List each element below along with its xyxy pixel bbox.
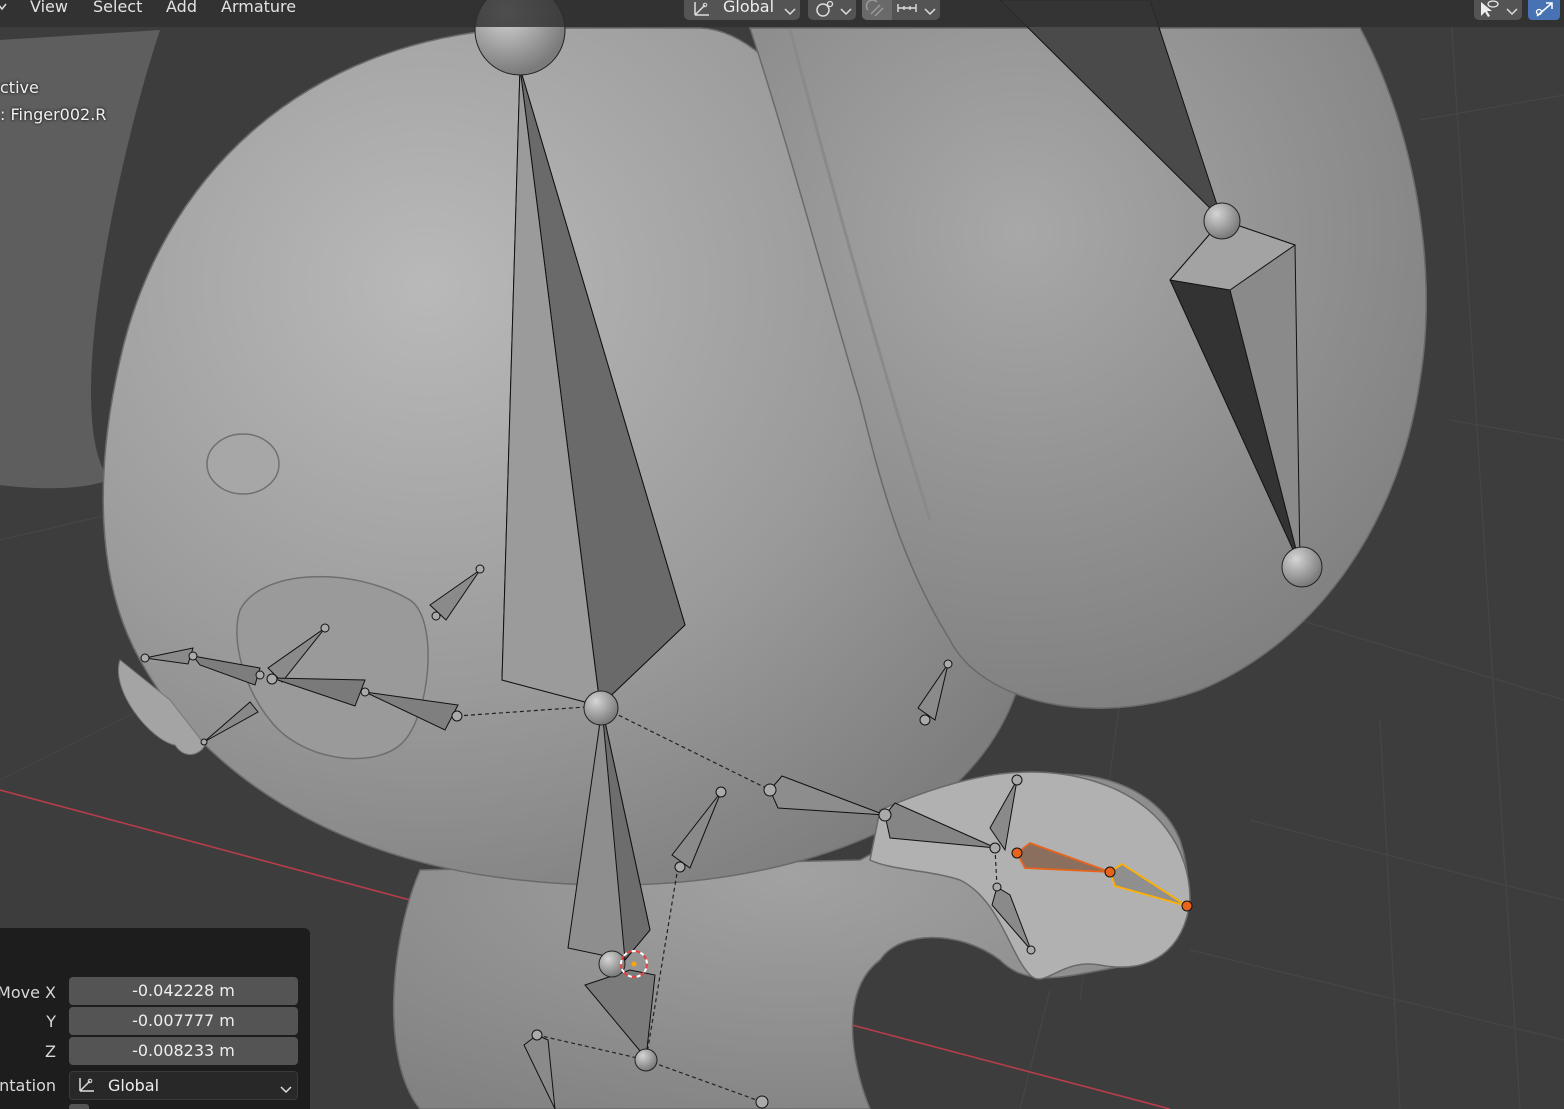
gizmo-toggle-button[interactable] [1528,0,1560,20]
chevron-down-icon [924,2,936,21]
snap-increment-icon [896,0,918,22]
gizmo-icon [1534,0,1556,22]
move-x-label: Move X [0,983,56,1002]
move-y-label: Y [46,1012,56,1031]
chevron-down-icon [1506,2,1518,21]
eye-bump [206,433,280,495]
selectability-visibility-dropdown[interactable] [1474,0,1522,20]
move-y-field[interactable]: -0.007777 m [69,1007,298,1035]
orientation-row-label: entation [0,1076,56,1095]
chevron-down-icon [840,2,852,21]
menu-view[interactable]: View [30,0,68,27]
chevron-down-icon [784,2,796,21]
menu-armature[interactable]: Armature [221,0,296,27]
orientation-axes-icon [77,1076,97,1098]
move-z-label: Z [45,1042,56,1061]
move-z-field[interactable]: -0.008233 m [69,1037,298,1065]
viewport-header: View Select Add Armature Global [0,0,1564,27]
checkbox-partial[interactable] [69,1104,89,1109]
viewport-info-overlay: ctive : Finger002.R [0,78,106,132]
active-bone-text: : Finger002.R [0,105,107,124]
orientation-select[interactable]: Global [69,1071,298,1100]
orientation-axes-icon [692,0,712,22]
mode-text: ctive [0,78,39,97]
snap-magnet-icon[interactable] [862,0,892,20]
menu-add[interactable]: Add [166,0,197,27]
pivot-point-dropdown[interactable] [808,0,856,20]
move-x-field[interactable]: -0.042228 m [69,977,298,1005]
menu-select[interactable]: Select [93,0,142,27]
chevron-down-icon[interactable] [0,0,8,14]
orientation-label: Global [723,0,775,16]
pivot-icon [814,0,836,22]
chevron-down-icon [280,1080,292,1099]
snap-controls[interactable] [862,0,940,20]
cursor-eye-icon [1478,0,1500,22]
orientation-select-value: Global [108,1076,160,1095]
transform-orientation-dropdown[interactable]: Global [684,0,800,20]
